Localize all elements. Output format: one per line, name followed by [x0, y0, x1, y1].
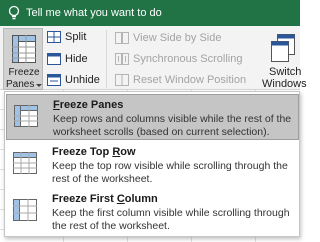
unhide-icon [47, 74, 61, 86]
lightbulb-icon [8, 5, 20, 20]
unhide-label: Unhide [65, 74, 100, 86]
switch-windows-label-2: Windows [262, 78, 307, 90]
tell-me-bar[interactable]: Tell me what you want to do [0, 0, 300, 26]
split-icon [47, 31, 61, 43]
tell-me-text: Tell me what you want to do [26, 7, 162, 19]
menu-item-description: Keep the top row visible while scrolling… [52, 160, 288, 185]
ribbon-window-group: Freeze Panes Split Hide Unhide View Side… [0, 26, 307, 90]
reset-window-position-button[interactable]: Reset Window Position [115, 74, 246, 86]
switch-windows-icon [271, 34, 295, 62]
hide-icon [47, 53, 61, 65]
ribbon-separator [106, 30, 107, 88]
view-side-by-side-button[interactable]: View Side by Side [115, 32, 221, 44]
menu-item-description: Keep rows and columns visible while the … [53, 113, 292, 138]
view-side-by-side-icon [115, 32, 129, 44]
switch-windows-button[interactable]: Switch Windows [262, 32, 307, 90]
switch-windows-label-1: Switch [269, 66, 302, 78]
freeze-panes-icon [14, 105, 38, 127]
menu-item-freeze-panes[interactable]: Freeze Panes Keep rows and columns visib… [6, 94, 299, 140]
freeze-panes-label-2: Panes [6, 79, 35, 90]
freeze-first-column-icon [13, 199, 37, 221]
hide-button[interactable]: Hide [47, 53, 88, 65]
hide-label: Hide [65, 53, 88, 65]
freeze-top-row-icon [13, 152, 37, 174]
menu-item-title: Freeze First Column [52, 193, 158, 205]
unhide-button[interactable]: Unhide [47, 74, 100, 86]
freeze-panes-menu: Freeze Panes Keep rows and columns visib… [4, 91, 300, 237]
split-label: Split [65, 31, 87, 43]
menu-item-title: Freeze Top Row [52, 146, 136, 158]
freeze-panes-icon [12, 35, 36, 63]
menu-item-freeze-top-row[interactable]: Freeze Top Row Keep the top row visible … [6, 142, 299, 188]
freeze-panes-label-1: Freeze [8, 67, 40, 78]
synchronous-scrolling-label: Synchronous Scrolling [133, 53, 243, 65]
split-button[interactable]: Split [47, 31, 86, 43]
synchronous-scrolling-icon [115, 53, 129, 65]
menu-item-freeze-first-column[interactable]: Freeze First Column Keep the first colum… [6, 189, 299, 235]
view-side-by-side-label: View Side by Side [133, 32, 222, 44]
reset-window-position-icon [115, 74, 129, 86]
menu-item-title: Freeze Panes [53, 99, 124, 111]
menu-item-description: Keep the first column visible while scro… [52, 207, 290, 232]
reset-window-position-label: Reset Window Position [133, 74, 247, 86]
synchronous-scrolling-button[interactable]: Synchronous Scrolling [115, 53, 242, 65]
chevron-down-icon [36, 84, 42, 87]
freeze-panes-button[interactable]: Freeze Panes [3, 28, 43, 90]
